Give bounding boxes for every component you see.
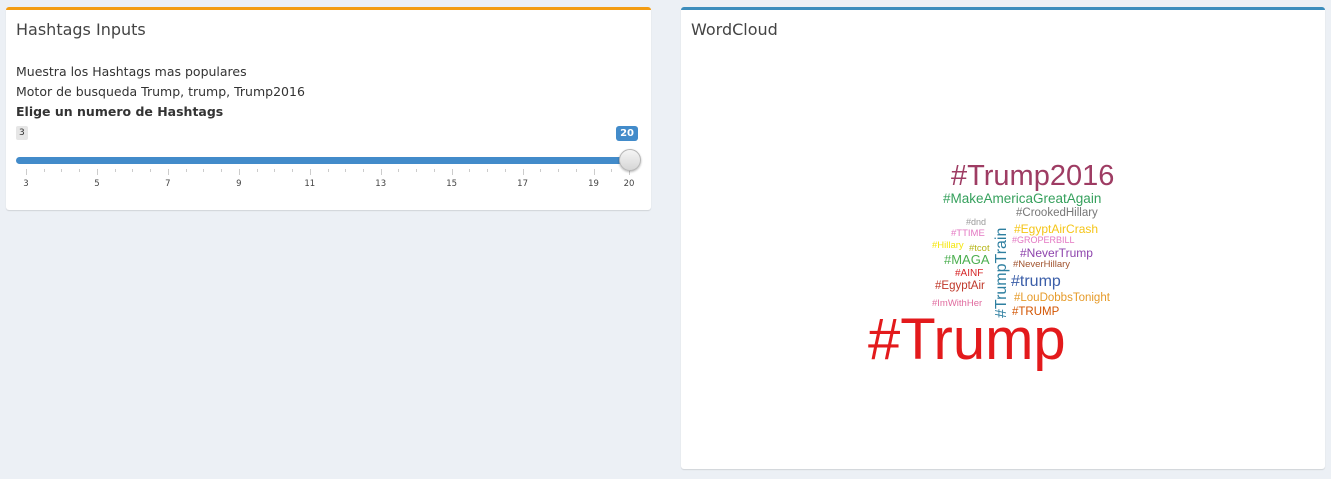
slider-handle[interactable] <box>619 149 641 171</box>
slider-tick-label: 17 <box>517 179 528 189</box>
hashtags-inputs-box: Hashtags Inputs Muestra los Hashtags mas… <box>6 7 651 210</box>
word-crookedhillary: #CrookedHillary <box>1016 207 1098 219</box>
word-groperbill: #GROPERBILL <box>1012 235 1075 245</box>
slider-tick <box>416 169 418 172</box>
slider-min-label: 3 <box>16 126 28 140</box>
wordcloud: #Trump2016 #MakeAmericaGreatAgain #Crook… <box>681 10 1325 472</box>
slider-tick <box>611 169 613 172</box>
slider-tick-label: 15 <box>446 179 458 189</box>
slider-tick-label: 11 <box>304 179 316 189</box>
slider-tick <box>43 169 45 172</box>
word-neverhillary: #NeverHillary <box>1013 259 1071 270</box>
slider-tick <box>522 169 524 175</box>
slider-tick <box>238 169 240 175</box>
word-trumptrain: #TrumpTrain <box>993 227 1010 318</box>
word-loudobbstonight: #LouDobbsTonight <box>1014 292 1110 304</box>
slider-tick <box>309 169 311 175</box>
slider-tick <box>362 169 364 172</box>
slider-tick <box>345 169 347 172</box>
word-maga: #MAGA <box>944 252 990 267</box>
word-egyptaircrash: #EgyptAirCrash <box>1014 222 1099 236</box>
word-makeamericagreatagain: #MakeAmericaGreatAgain <box>943 191 1102 206</box>
slider-tick <box>185 169 187 172</box>
slider-tick <box>593 169 595 175</box>
slider-tick-label: 5 <box>94 179 100 189</box>
slider-tick-label: 13 <box>375 179 387 189</box>
slider-label: Elige un numero de Hashtags <box>16 104 224 119</box>
slider-tick <box>292 169 294 172</box>
slider-tick-label: 3 <box>23 179 29 189</box>
word-hillary: #Hillary <box>932 240 964 251</box>
slider-tick <box>540 169 542 172</box>
slider-tick <box>26 169 27 175</box>
slider-tick <box>575 169 577 172</box>
slider-tick <box>504 169 506 172</box>
slider-tick <box>114 169 116 172</box>
word-ainf: #AINF <box>955 268 984 279</box>
slider-tick <box>203 169 205 172</box>
slider-value-label: 20 <box>616 126 638 141</box>
slider-tick <box>327 169 329 172</box>
slider-tick-label: 19 <box>588 179 599 189</box>
slider-tick <box>487 169 489 172</box>
slider-tick <box>256 169 258 172</box>
slider-track[interactable] <box>16 157 629 164</box>
word-dnd: #dnd <box>966 217 987 227</box>
slider-tick <box>79 169 81 172</box>
slider-tick <box>132 169 134 172</box>
hashtag-count-slider[interactable]: 3 20 3 5 7 9 11 13 15 17 19 20 <box>16 126 641 189</box>
word-ttime: #TTIME <box>951 228 985 239</box>
description-line-1: Muestra los Hashtags mas populares <box>16 64 247 79</box>
slider-tick <box>433 169 435 172</box>
word-trump2016: #Trump2016 <box>951 160 1115 192</box>
wordcloud-box: WordCloud #Trump2016 #MakeAmericaGreatAg… <box>681 7 1325 469</box>
slider-tick <box>469 169 471 172</box>
slider-tick <box>61 169 63 172</box>
description-line-2: Motor de busqueda Trump, trump, Trump201… <box>16 84 305 99</box>
slider-tick <box>274 169 276 172</box>
slider-tick <box>398 169 400 172</box>
word-egyptair: #EgyptAir <box>935 280 985 292</box>
slider-tick <box>96 169 98 175</box>
slider-tick-label: 20 <box>623 179 635 189</box>
slider-tick <box>451 169 453 175</box>
slider-tick <box>558 169 560 172</box>
slider-tick-label: 9 <box>236 179 242 189</box>
slider-tick <box>150 169 152 172</box>
word-trump-lower: #trump <box>1011 273 1061 290</box>
slider-tick <box>380 169 382 175</box>
slider-tick-label: 7 <box>165 179 171 189</box>
box-title-inputs: Hashtags Inputs <box>16 20 146 39</box>
word-nevertrump: #NeverTrump <box>1020 246 1093 260</box>
word-trump: #Trump <box>868 307 1066 372</box>
slider-tick <box>221 169 223 172</box>
slider-tick <box>167 169 169 175</box>
